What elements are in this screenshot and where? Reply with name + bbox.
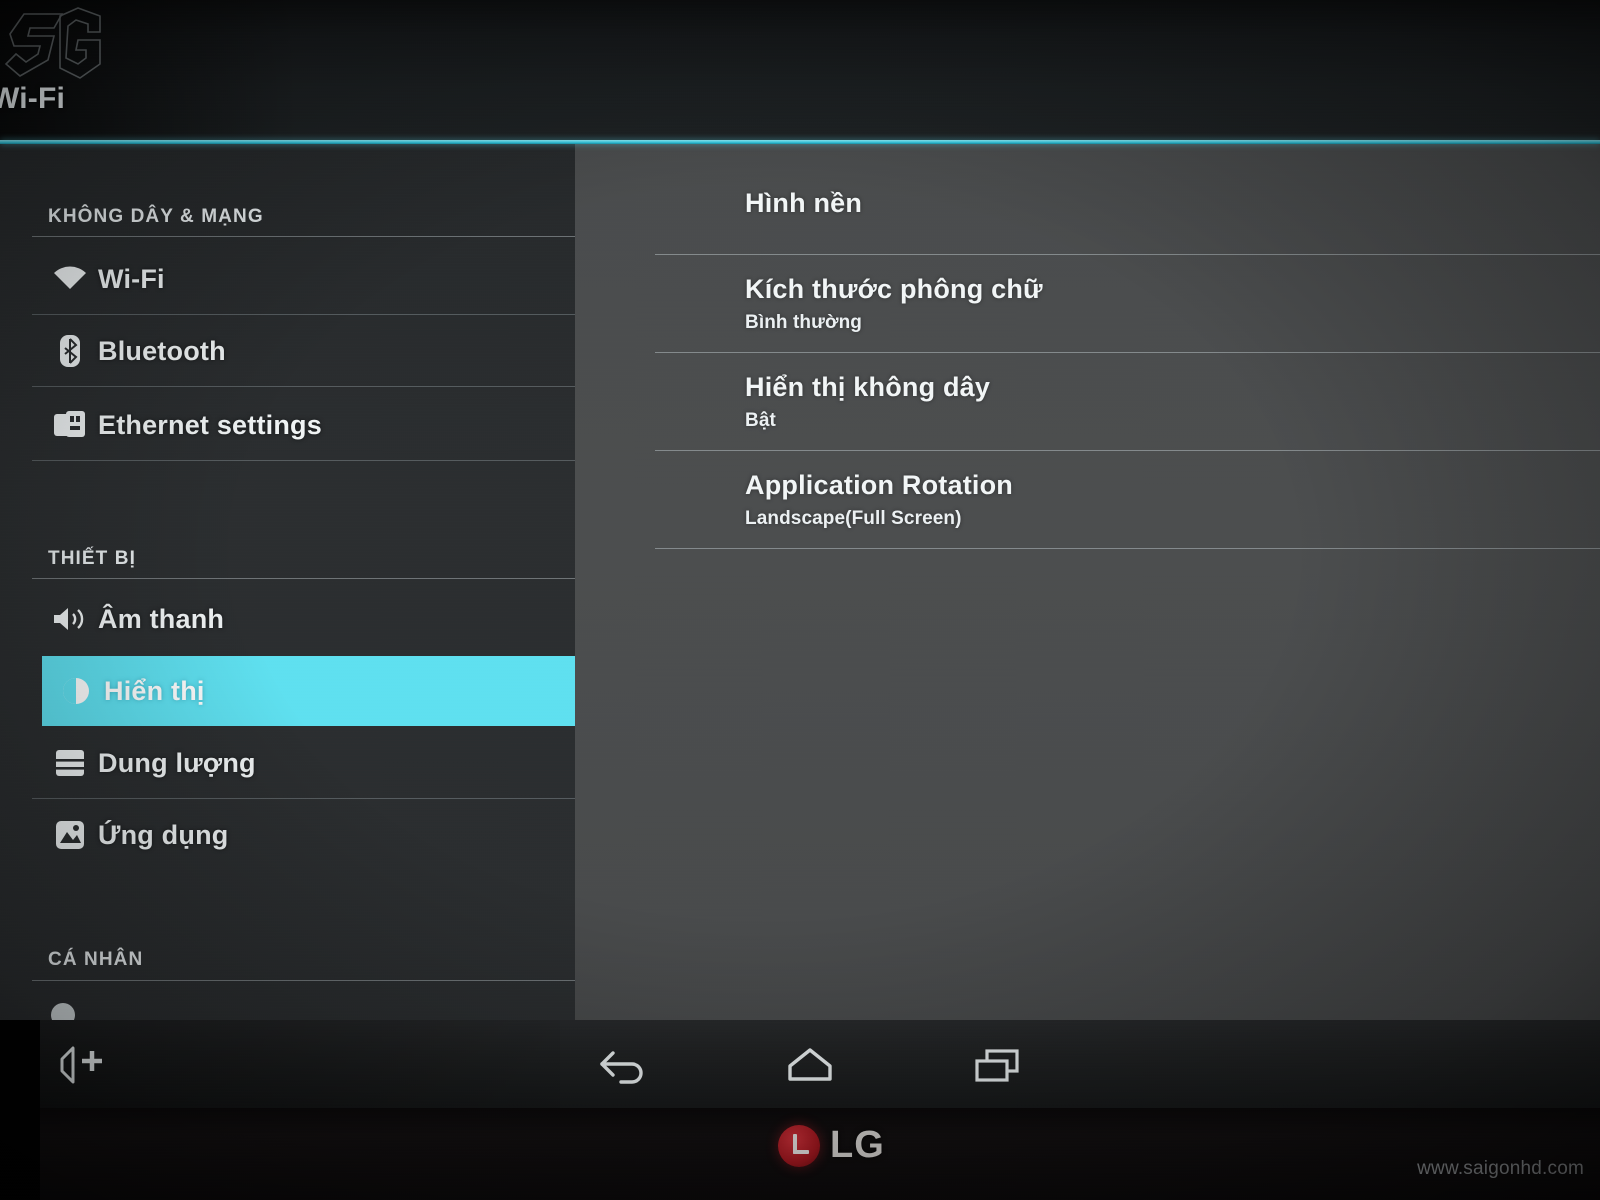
back-icon (600, 1051, 643, 1084)
sidebar-item-label: Wi-Fi (98, 263, 165, 294)
sidebar-item-label: Ứng dụng (98, 819, 229, 850)
setting-row-wallpaper[interactable]: Hình nền (745, 188, 1545, 219)
setting-title: Hiển thị không dây (745, 372, 991, 402)
storage-icon (48, 743, 92, 783)
recents-icon (975, 1049, 1019, 1082)
sidebar-item-label: Hiển thị (104, 675, 205, 706)
settings-body: KHÔNG DÂY & MẠNG Wi-Fi Bluetooth Etherne… (0, 144, 1600, 1020)
wifi-icon (48, 259, 92, 299)
section-rule (32, 578, 575, 579)
frame-left-dark (0, 1020, 40, 1200)
lg-badge-icon (778, 1124, 820, 1167)
setting-row-font-size[interactable]: Kích thước phông chữ Bình thường (745, 274, 1545, 334)
lg-brand-logo: LG (778, 1124, 885, 1167)
section-rule (32, 980, 575, 981)
brightness-icon (54, 671, 98, 711)
section-rule (32, 236, 575, 237)
sidebar-item-label: Dung lượng (98, 747, 256, 778)
sidebar-item-ethernet-settings[interactable]: Ethernet settings (0, 390, 575, 460)
setting-value: Bật (745, 410, 776, 431)
row-rule (32, 314, 575, 315)
sidebar-item-display[interactable]: Hiển thị (42, 656, 575, 726)
sg-watermark-logo (4, 7, 101, 79)
breadcrumb-wifi: Wi-Fi (0, 82, 66, 115)
sidebar-item-partial-cutoff[interactable] (0, 1000, 575, 1020)
lg-wordmark: LG (830, 1124, 885, 1166)
recents-button[interactable] (962, 1036, 1034, 1094)
tv-screen-photo: Wi-Fi KHÔNG DÂY & MẠNG Wi-Fi Bluetooth E… (0, 0, 1600, 1200)
setting-row-application-rotation[interactable]: Application Rotation Landscape(Full Scre… (745, 470, 1545, 530)
setting-value: Bình thường (745, 312, 863, 333)
android-navigation-bar (0, 1020, 1600, 1108)
setting-value: Landscape(Full Screen) (745, 508, 962, 529)
site-watermark: www.saigonhd.com (1417, 1158, 1584, 1179)
accent-divider (0, 140, 1600, 144)
sidebar-section-header-wireless: KHÔNG DÂY & MẠNG (48, 206, 264, 227)
sidebar-section-header-personal: CÁ NHÂN (48, 949, 144, 970)
bluetooth-icon (48, 331, 92, 371)
setting-title: Kích thước phông chữ (745, 274, 1043, 304)
volume-up-icon (60, 1046, 102, 1084)
sidebar-item-storage[interactable]: Dung lượng (0, 728, 575, 798)
sidebar-item-apps[interactable]: Ứng dụng (0, 800, 575, 870)
row-rule (32, 460, 575, 461)
home-button[interactable] (774, 1036, 846, 1094)
sidebar-section-header-device: THIẾT BỊ (48, 548, 136, 569)
sidebar-item-label: Âm thanh (98, 603, 225, 634)
sidebar-item-sound[interactable]: Âm thanh (0, 584, 575, 654)
sidebar-item-wifi[interactable]: Wi-Fi (0, 244, 575, 314)
setting-title: Application Rotation (745, 470, 1013, 500)
setting-row-wireless-display[interactable]: Hiển thị không dây Bật (745, 372, 1545, 432)
apps-icon (48, 815, 92, 855)
sidebar-item-label: Bluetooth (98, 335, 226, 366)
row-rule (32, 386, 575, 387)
settings-sidebar: KHÔNG DÂY & MẠNG Wi-Fi Bluetooth Etherne… (0, 144, 575, 1020)
setting-rule (655, 548, 1600, 549)
setting-rule (655, 352, 1600, 353)
sidebar-item-label: Ethernet settings (98, 409, 322, 440)
row-rule (32, 798, 575, 799)
sidebar-item-bluetooth[interactable]: Bluetooth (0, 316, 575, 386)
volume-up-button[interactable] (48, 1036, 120, 1094)
top-strip (0, 0, 1600, 142)
home-icon (788, 1048, 832, 1081)
speaker-icon (48, 599, 92, 639)
back-button[interactable] (588, 1036, 660, 1094)
setting-rule (655, 254, 1600, 255)
setting-title: Hình nền (745, 188, 863, 218)
ethernet-icon (48, 405, 92, 445)
setting-rule (655, 450, 1600, 451)
